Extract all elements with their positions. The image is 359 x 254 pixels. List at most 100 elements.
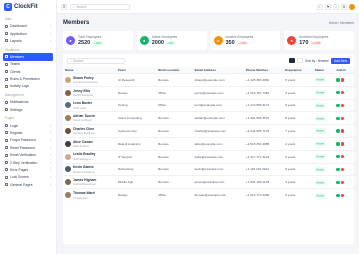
delete-icon[interactable] — [340, 91, 345, 95]
edit-icon[interactable] — [336, 129, 340, 133]
stat-number: 350 — [225, 40, 235, 46]
employee[interactable]: Thomas Ward UI Designer — [65, 191, 114, 200]
delete-icon[interactable] — [340, 167, 345, 172]
cell-experience: 8 years — [283, 111, 313, 125]
delete-icon[interactable] — [340, 193, 345, 198]
status-badge: Active — [314, 179, 326, 185]
sidebar-item-label: 2 Step Verification — [10, 160, 38, 165]
chevron-right-icon: › — [49, 31, 51, 36]
cell-team: Mobile App — [115, 175, 156, 189]
list-view-button[interactable] — [289, 57, 295, 64]
breadcrumb[interactable]: Home / Members — [329, 21, 354, 25]
menu-toggle-button[interactable]: ☰ — [61, 3, 67, 10]
sidebar-item-dashboard[interactable]: Dashboard › — [3, 23, 53, 30]
cell-action — [334, 73, 354, 87]
sidebar-item-teams[interactable]: Teams — [3, 61, 53, 68]
edit-icon[interactable] — [336, 116, 340, 120]
global-search-input[interactable]: ⌕ Search — [70, 3, 130, 10]
delete-icon[interactable] — [340, 180, 345, 184]
employee[interactable]: Leslie Bradley Tech Manager — [65, 152, 114, 161]
cell-location: Remote — [155, 175, 193, 189]
delete-icon[interactable] — [340, 116, 345, 120]
language-button[interactable]: ⚑ — [325, 3, 331, 10]
user-avatar[interactable] — [349, 3, 355, 10]
edit-icon[interactable] — [336, 142, 340, 146]
sidebar-item-general-pages[interactable]: General Pages › — [3, 181, 53, 188]
cell-location: Remote — [155, 162, 193, 176]
app-name: ClockFit — [14, 4, 38, 10]
table-row: Leslie Bradley Tech Manager IT Support Remo… — [63, 149, 354, 164]
sidebar-item-application[interactable]: Application › — [3, 30, 53, 37]
login-icon — [5, 124, 8, 128]
delete-icon[interactable] — [340, 129, 345, 133]
edit-icon[interactable] — [336, 167, 340, 172]
cell-email: thomas@example.com — [192, 188, 244, 202]
edit-icon[interactable] — [336, 78, 340, 82]
cell-status: Active — [312, 175, 335, 189]
sidebar-item-label: Dashboard — [10, 24, 27, 29]
sidebar-item-lock-screen[interactable]: Lock Screen › — [3, 174, 53, 181]
chevron-right-icon: › — [49, 38, 51, 43]
edit-icon[interactable] — [336, 193, 340, 198]
cell-action — [334, 111, 354, 125]
grid-view-button[interactable] — [297, 57, 303, 64]
employee[interactable]: Kevin Gamez Network Engineer — [65, 165, 114, 174]
delete-icon[interactable] — [340, 154, 345, 159]
employee[interactable]: Alice Cowan Data Analyst — [65, 140, 114, 148]
general-pages-icon — [5, 183, 8, 187]
sidebar-item-members[interactable]: Members — [3, 53, 53, 61]
cell-team: Design — [115, 85, 156, 100]
sidebar-item-roles-permission[interactable]: Roles & Permission — [3, 75, 53, 82]
employee[interactable]: Jenny Ellis Senior Designer — [65, 89, 114, 97]
cell-experience: 6 years — [283, 162, 313, 176]
delete-icon[interactable] — [340, 142, 345, 146]
stats-row: ● Total Employees 2520 + 15% ● Active Employe… — [63, 31, 354, 50]
sidebar-item-settings[interactable]: Settings — [3, 106, 53, 113]
sidebar-item-notifications[interactable]: Notifications — [3, 99, 53, 106]
cell-email: jenny@example.com — [192, 85, 244, 100]
sidebar-item-label: Login — [10, 123, 19, 128]
cell-status: Active — [312, 188, 335, 202]
sidebar-item-error-pages[interactable]: Error Pages › — [3, 166, 53, 173]
sidebar-item-2-step-verification[interactable]: 2 Step Verification › — [3, 159, 53, 166]
edit-icon[interactable] — [336, 103, 340, 108]
sidebar-item-clients[interactable]: Clients — [3, 68, 53, 75]
employee[interactable]: James Higham Android Developer — [65, 178, 114, 186]
theme-toggle-button[interactable]: ☾ — [317, 3, 323, 10]
stat-value: 170 + 3.5% — [299, 40, 328, 46]
notifications-button[interactable]: ♪ — [333, 3, 339, 10]
cell-email: leon@example.com — [192, 98, 244, 112]
sidebar-item-login[interactable]: Login › — [3, 122, 53, 129]
employee[interactable]: Leon Baxter Tech Lead — [65, 101, 114, 110]
member-search-input[interactable]: ⌕ Search — [67, 57, 125, 64]
avatar — [65, 166, 71, 173]
cell-location: Remote — [155, 136, 193, 151]
employee[interactable]: Adrian Tuocin Cloud Architect — [65, 114, 114, 122]
sidebar-item-email-verification[interactable]: Email Verification › — [3, 151, 53, 158]
delete-icon[interactable] — [340, 103, 345, 108]
sort-dropdown[interactable]: Sort by : Newest — [305, 59, 328, 63]
stat-label: Total Employees — [78, 35, 102, 39]
employee[interactable]: Shaun Farley Frontend Developer — [65, 76, 114, 84]
sidebar-item-register[interactable]: Register › — [3, 129, 53, 136]
status-badge: Active — [314, 128, 326, 134]
sidebar-item-reset-password[interactable]: Reset Password › — [3, 144, 53, 151]
sidebar-item-forgot-password[interactable]: Forgot Password › — [3, 137, 53, 144]
edit-icon[interactable] — [336, 91, 340, 95]
settings-button[interactable]: ⚙ — [341, 3, 347, 10]
employee[interactable]: Charles Cline Security Engineer — [65, 127, 114, 135]
sidebar-item-activity-logs[interactable]: Activity Logs — [3, 83, 53, 90]
sidebar-item-layouts[interactable]: Layouts › — [3, 37, 53, 44]
cell-status: Active — [312, 85, 335, 100]
stat-body: Archived Employees 170 + 3.5% — [299, 35, 328, 46]
app-logo[interactable]: C ClockFit — [0, 0, 56, 14]
status-badge: Active — [314, 90, 326, 96]
edit-icon[interactable] — [336, 180, 340, 184]
cell-location: Remote — [155, 73, 193, 87]
delete-icon[interactable] — [340, 78, 345, 82]
cell-experience: 2 years — [283, 149, 313, 164]
add-new-button[interactable]: Add New — [331, 57, 350, 64]
edit-icon[interactable] — [336, 154, 340, 159]
chevron-right-icon: › — [49, 153, 51, 158]
cell-phone: +1 612 774 2280 — [243, 188, 284, 202]
